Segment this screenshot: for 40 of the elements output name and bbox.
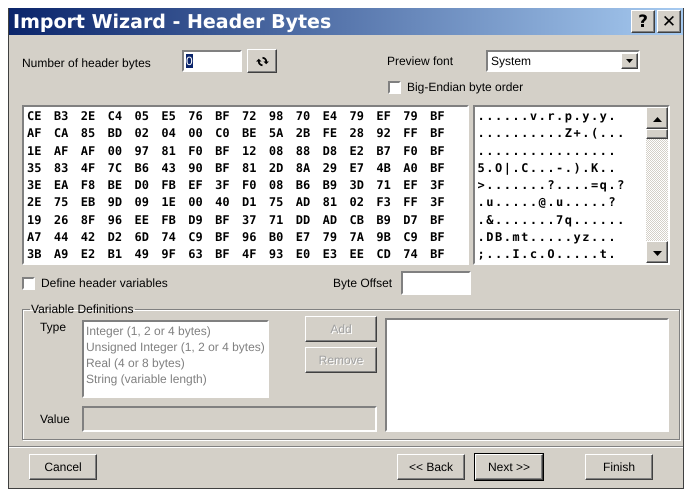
wizard-button[interactable]: << Back (397, 454, 465, 480)
wizard-button[interactable]: Finish (585, 454, 653, 480)
value-label: Value (40, 412, 71, 426)
ascii-row-text: ......v.r.p.y.y. (478, 108, 618, 125)
define-variables-label: Define header variables (41, 276, 169, 290)
ascii-row-text: ..........Z+.(... (478, 125, 627, 142)
scroll-up-button[interactable] (646, 107, 668, 129)
refresh-icon (256, 54, 268, 68)
wizard-button[interactable]: Cancel (29, 454, 97, 480)
define-variables-checkbox[interactable] (22, 276, 35, 290)
group-title: Variable Definitions (30, 302, 134, 316)
down-arrow-icon (652, 251, 662, 256)
header-bytes-field[interactable]: 0 (182, 50, 242, 72)
up-arrow-icon (652, 117, 662, 122)
wizard-button[interactable]: Next >> (475, 454, 543, 480)
byte-offset-field[interactable] (401, 271, 471, 295)
ascii-row-text: ................ (478, 142, 618, 160)
ascii-row-text: 5.O|.C...-.).K.. (478, 160, 618, 177)
ascii-row-text: .&.......7q...... (478, 212, 627, 229)
big-endian-label: Big-Endian byte order (407, 80, 524, 94)
ascii-row-text: >.......?....=q.? (478, 177, 627, 194)
close-button[interactable]: ✕ (657, 10, 681, 33)
variables-listbox[interactable] (385, 318, 669, 432)
dropdown-arrow-icon (626, 59, 633, 63)
preview-font-label: Preview font (387, 54, 454, 68)
ascii-row-text: ;...I.c.O.....t. (478, 246, 618, 263)
big-endian-checkbox[interactable] (388, 80, 401, 94)
scrollbar[interactable] (646, 107, 668, 263)
ascii-row-text: .DB.mt.....yz... (478, 229, 618, 246)
header-bytes-label: Number of header bytes (22, 56, 152, 70)
window-title: Import Wizard - Header Bytes (13, 10, 332, 32)
hex-dump: CE B3 2E C4 05 E5 76 BF 72 98 70 E4 79 EF 79 BF AF CA 85 BD 02 04 00 C0 BE 5A 2B FE 28 92 FF BF 1E AF AF 00 97 81 F0 BF 12 08 88 D8 E2 B7 F0 BF 35 83 4F 7C B6 43 90 BF 81 2D 8A 29 E7 4B A0 BF 3E EA F8 BE D0 FB EF 3F F0 08 B6 B9 3D 71 EF 3F 2E 75 EB 9D 09 1E 00 40 D1 75 AD 81 02 F3 FF 3F 19 26 8F 96 EE FB D9 BF 37 71 DD AD CB B9 D7 BF A7 44 42 D2 6D 74 C9 BF 96 B0 E7 79 7A 9B C9 BF 3B A9 E2 B1 49 9F 63 BF 4F 93 E0 E3 EE CD 74 BF (22, 105, 469, 265)
byte-offset-label: Byte Offset (333, 276, 394, 290)
preview-font-dropdown[interactable]: System (486, 50, 640, 72)
type-label: Type (40, 319, 68, 336)
ascii-row-text: .u.....@.u.....? (478, 194, 618, 212)
scroll-down-button[interactable] (646, 241, 668, 263)
help-button[interactable]: ? (631, 10, 655, 33)
scroll-thumb[interactable] (646, 129, 668, 139)
refresh-button[interactable] (247, 49, 277, 73)
